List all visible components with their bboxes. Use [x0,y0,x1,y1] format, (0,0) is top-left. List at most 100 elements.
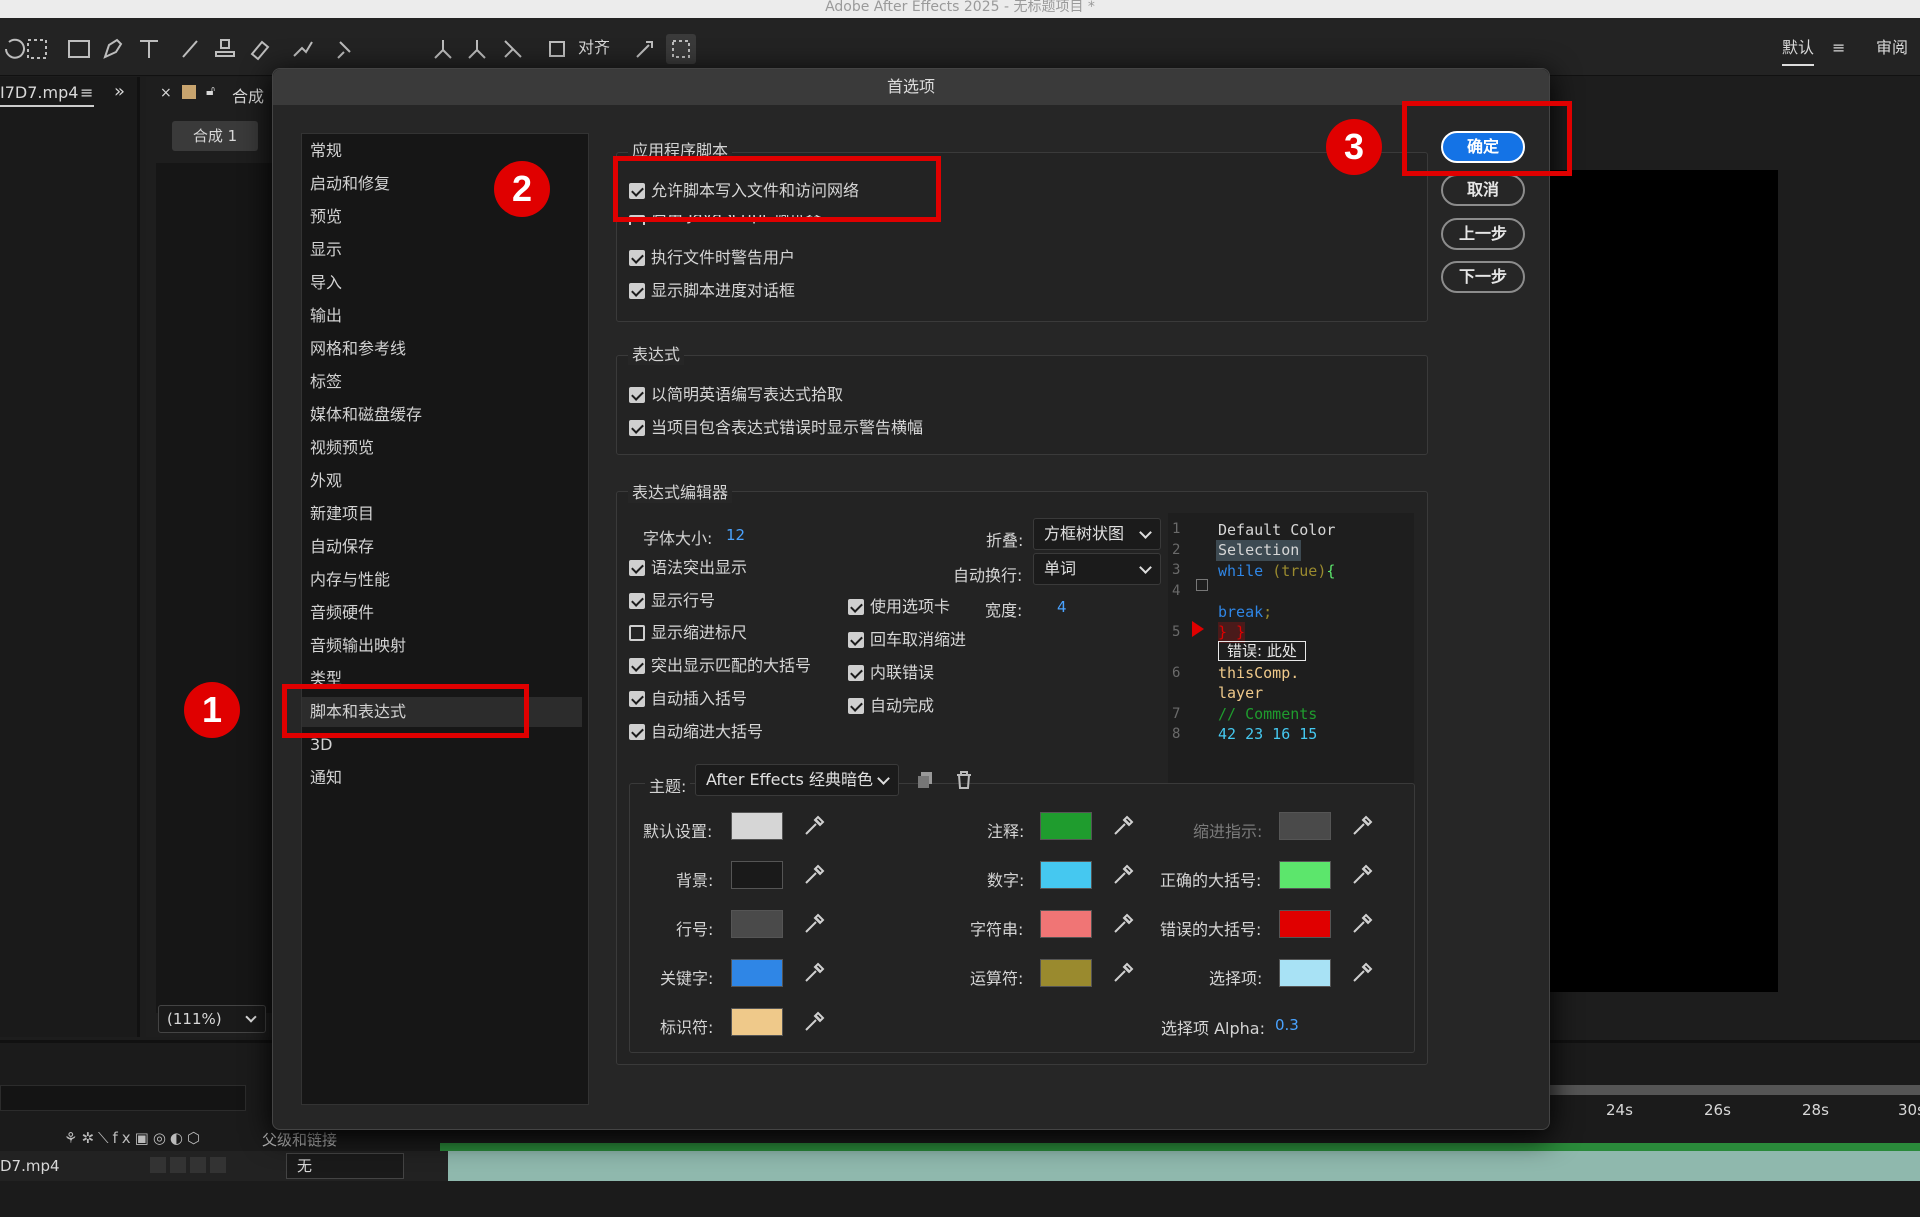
parent-dropdown[interactable]: 无 [286,1153,404,1179]
view-axis-icon[interactable] [498,34,528,64]
theme-dropdown[interactable]: After Effects 经典暗色 [695,764,899,796]
eyedropper-icon[interactable] [1112,962,1136,986]
category-item[interactable]: 网格和参考线 [310,334,590,364]
eyedropper-icon[interactable] [803,913,827,937]
rectangle-tool-icon[interactable] [64,34,94,64]
timeline-search-input[interactable] [0,1085,246,1111]
eyedropper-icon[interactable] [1351,913,1375,937]
backspace-unindent-checkbox[interactable]: 回车取消缩进 [848,630,966,650]
category-item[interactable]: 标签 [310,367,590,397]
category-item[interactable]: 外观 [310,466,590,496]
workspace-review-tab[interactable]: 审阅 [1876,36,1908,60]
line-numbers-checkbox[interactable]: 显示行号 [629,591,715,611]
snap-checkbox-icon[interactable] [542,34,572,64]
puppet-pin-icon[interactable] [330,34,360,64]
selection-color-swatch[interactable] [1279,959,1331,987]
camera-tool-icon[interactable] [22,34,52,64]
snap-options-icon[interactable] [630,34,660,64]
show-progress-checkbox[interactable]: 显示脚本进度对话框 [629,281,795,301]
close-tab-icon[interactable]: × [160,85,172,101]
time-ruler-bar[interactable] [1550,1085,1920,1095]
eraser-tool-icon[interactable] [244,34,274,64]
snap-grid-icon[interactable] [666,34,696,64]
eyedropper-icon[interactable] [803,864,827,888]
world-axis-icon[interactable] [462,34,492,64]
layer-switch-boxes[interactable] [150,1157,226,1173]
category-item[interactable]: 通知 [310,763,590,793]
previous-button[interactable]: 上一步 [1441,218,1525,250]
line-number-color-swatch[interactable] [731,910,783,938]
selection-alpha-value[interactable]: 0.3 [1275,1016,1299,1034]
eyedropper-icon[interactable] [803,1011,827,1035]
comment-color-swatch[interactable] [1040,812,1092,840]
roto-brush-icon[interactable] [288,34,318,64]
auto-indent-checkbox[interactable]: 自动缩进大括号 [629,722,763,742]
category-item[interactable]: 输出 [310,301,590,331]
eyedropper-icon[interactable] [1112,913,1136,937]
category-item[interactable]: 自动保存 [310,532,590,562]
correct-brace-color-swatch[interactable] [1279,861,1331,889]
plain-english-checkbox[interactable]: 以简明英语编写表达式拾取 [629,385,843,405]
operator-color-swatch[interactable] [1040,959,1092,987]
identifier-color-swatch[interactable] [731,1008,783,1036]
duplicate-theme-icon[interactable] [917,771,933,789]
default-color-swatch[interactable] [731,812,783,840]
expand-panels-icon[interactable]: » [114,81,125,102]
workspace-default-tab[interactable]: 默认 [1782,36,1815,66]
category-item[interactable]: 音频硬件 [310,598,590,628]
category-item[interactable]: 显示 [310,235,590,265]
layer-row[interactable]: D7.mp4 无 [0,1151,1920,1181]
eyedropper-icon[interactable] [1351,864,1375,888]
category-item[interactable]: 视频预览 [310,433,590,463]
clone-stamp-icon[interactable] [210,34,240,64]
autocomplete-checkbox[interactable]: 自动完成 [848,696,934,716]
eyedropper-icon[interactable] [1112,864,1136,888]
category-item[interactable]: 音频输出映射 [310,631,590,661]
wrap-dropdown[interactable]: 单词 [1033,553,1161,585]
category-item[interactable]: 新建项目 [310,499,590,529]
number-color-swatch[interactable] [1040,861,1092,889]
eyedropper-icon[interactable] [1112,815,1136,839]
eyedropper-icon[interactable] [1351,962,1375,986]
work-area-bar[interactable] [440,1143,1920,1151]
indent-guide-color-swatch[interactable] [1279,812,1331,840]
fold-marker-icon[interactable] [1196,579,1208,591]
eyedropper-icon[interactable] [803,962,827,986]
lock-icon[interactable]: 🔓︎ [206,83,215,99]
auto-insert-checkbox[interactable]: 自动插入括号 [629,689,747,709]
category-item[interactable]: 媒体和磁盘缓存 [310,400,590,430]
inline-errors-checkbox[interactable]: 内联错误 [848,663,934,683]
comp-chip[interactable]: 合成 1 [172,121,258,151]
category-item[interactable]: 内存与性能 [310,565,590,595]
error-brace-color-swatch[interactable] [1279,910,1331,938]
use-tabs-checkbox[interactable]: 使用选项卡 [848,597,950,617]
zoom-dropdown[interactable]: (111%) [158,1005,266,1033]
eyedropper-icon[interactable] [1351,815,1375,839]
eyedropper-icon[interactable] [803,815,827,839]
fold-dropdown[interactable]: 方框树状图 [1033,518,1161,550]
local-axis-icon[interactable] [428,34,458,64]
layer-switches-icons[interactable]: ⚘✲⟍fx▣◎◐⬡ [64,1129,204,1147]
workspace-menu-icon[interactable]: ≡ [1832,36,1845,60]
cancel-button[interactable]: 取消 [1441,174,1525,206]
panel-menu-icon[interactable]: ≡ [80,83,93,102]
delete-theme-icon[interactable] [956,771,972,789]
category-item[interactable]: 常规 [310,136,590,166]
font-size-value[interactable]: 12 [726,526,745,544]
keyword-color-swatch[interactable] [731,959,783,987]
next-button[interactable]: 下一步 [1441,261,1525,293]
category-item[interactable]: 预览 [310,202,590,232]
warn-exec-checkbox[interactable]: 执行文件时警告用户 [629,248,795,268]
brush-tool-icon[interactable] [176,34,206,64]
comp-tab[interactable]: 合成 [232,83,264,107]
warn-banner-checkbox[interactable]: 当项目包含表达式错误时显示警告横幅 [629,418,923,438]
text-tool-icon[interactable] [134,34,164,64]
background-color-swatch[interactable] [731,861,783,889]
indent-ruler-checkbox[interactable]: 显示缩进标尺 [629,623,747,643]
match-brackets-checkbox[interactable]: 突出显示匹配的大括号 [629,656,811,676]
category-item[interactable]: 导入 [310,268,590,298]
layer-duration-bar[interactable] [448,1151,1920,1181]
tab-width-value[interactable]: 4 [1057,598,1067,616]
pen-tool-icon[interactable] [98,34,128,64]
syntax-highlight-checkbox[interactable]: 语法突出显示 [629,558,747,578]
